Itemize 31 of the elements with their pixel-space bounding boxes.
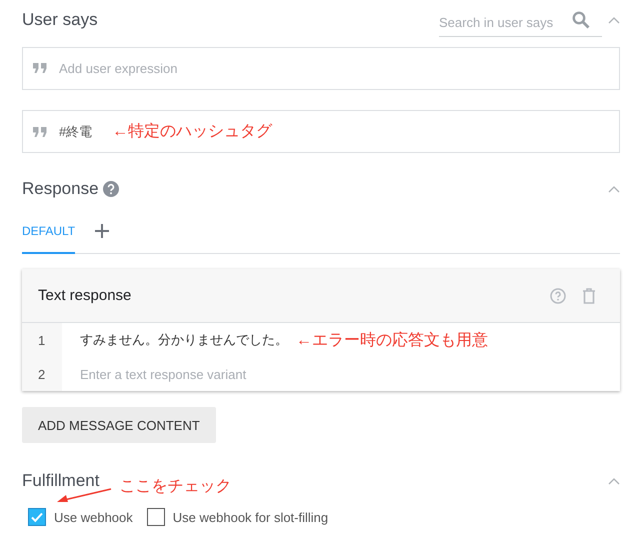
expression-text: #終電 [59, 122, 92, 140]
collapse-icon[interactable] [608, 185, 620, 193]
annotation: ←エラー時の応答文も用意 [296, 330, 488, 350]
quote-icon [33, 63, 47, 73]
search-field[interactable]: Search in user says [439, 14, 602, 36]
response-text: すみません。分かりませんでした。 [80, 331, 288, 349]
annotation: ここをチェック [119, 476, 232, 496]
expression-field[interactable]: #終電 ←特定のハッシュタグ [22, 110, 620, 153]
checkbox-label: Use webhook [54, 510, 133, 524]
add-icon[interactable] [95, 224, 110, 238]
collapse-icon[interactable] [608, 477, 620, 485]
help-icon[interactable] [550, 288, 566, 304]
section-title: Fulfillment [22, 471, 100, 491]
checkbox[interactable] [146, 508, 165, 526]
line-number: 2 [22, 357, 62, 391]
search-icon[interactable] [572, 11, 590, 29]
line-number: 1 [22, 323, 62, 357]
help-icon[interactable] [102, 181, 119, 197]
response-field[interactable]: Enter a text response variant [80, 366, 620, 382]
checkbox-label: Use webhook for slot-filling [172, 510, 328, 524]
add-message-button[interactable]: ADD MESSAGE CONTENT [22, 407, 216, 443]
trash-icon[interactable] [582, 288, 596, 304]
annotation: ←特定のハッシュタグ [112, 122, 272, 142]
card-title: Text response [38, 287, 132, 304]
checkbox[interactable] [28, 508, 46, 526]
section-title: Response [22, 179, 99, 199]
quote-icon [33, 126, 47, 136]
arrow-icon [56, 488, 112, 504]
collapse-icon[interactable] [608, 16, 620, 24]
section-title: User says [22, 10, 98, 30]
expression-field[interactable]: Add user expression [22, 47, 620, 90]
